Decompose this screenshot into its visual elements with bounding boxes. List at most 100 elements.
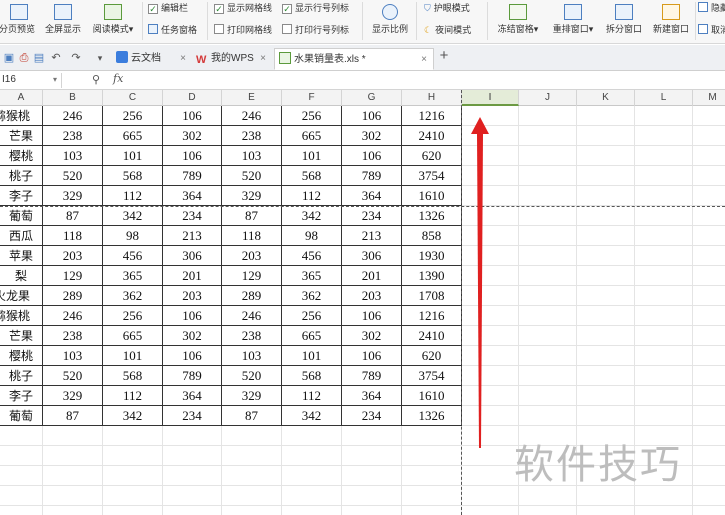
value-cell[interactable]: 364: [342, 386, 402, 406]
value-cell[interactable]: 365: [103, 266, 163, 286]
value-cell[interactable]: 1326: [402, 406, 462, 426]
value-cell[interactable]: 103: [222, 346, 282, 366]
value-cell[interactable]: 256: [282, 106, 342, 126]
value-cell[interactable]: 364: [163, 186, 222, 206]
value-cell[interactable]: 87: [222, 406, 282, 426]
value-cell[interactable]: 256: [103, 106, 163, 126]
value-cell[interactable]: 520: [222, 366, 282, 386]
value-cell[interactable]: 302: [342, 326, 402, 346]
value-cell[interactable]: 112: [282, 386, 342, 406]
value-cell[interactable]: 789: [163, 166, 222, 186]
fruit-name-cell[interactable]: 李子: [0, 386, 43, 406]
new-window-button[interactable]: 新建窗口: [649, 0, 693, 44]
value-cell[interactable]: 112: [103, 386, 163, 406]
column-header-e[interactable]: E: [222, 90, 282, 106]
close-icon[interactable]: ×: [421, 49, 427, 70]
value-cell[interactable]: 106: [163, 306, 222, 326]
value-cell[interactable]: 256: [103, 306, 163, 326]
add-tab-icon[interactable]: +: [438, 48, 450, 63]
night-mode-button[interactable]: ☾ 夜间模式: [424, 24, 471, 38]
value-cell[interactable]: 568: [103, 166, 163, 186]
value-cell[interactable]: 289: [43, 286, 103, 306]
function-fx-icon[interactable]: fx: [113, 72, 123, 85]
value-cell[interactable]: 520: [43, 366, 103, 386]
rearrange-windows-button[interactable]: 重排窗口▾: [547, 0, 599, 44]
value-cell[interactable]: 2410: [402, 326, 462, 346]
value-cell[interactable]: 201: [342, 266, 402, 286]
fruit-name-cell[interactable]: 梨: [0, 266, 43, 286]
undo-icon[interactable]: ↶: [50, 52, 62, 64]
value-cell[interactable]: 238: [222, 126, 282, 146]
tab-fruit-sales-xls[interactable]: 水果销量表.xls * ×: [274, 48, 434, 70]
value-cell[interactable]: 101: [282, 346, 342, 366]
value-cell[interactable]: 203: [342, 286, 402, 306]
tab-my-wps[interactable]: W 我的WPS ×: [192, 48, 272, 70]
value-cell[interactable]: 246: [43, 106, 103, 126]
value-cell[interactable]: 620: [402, 346, 462, 366]
value-cell[interactable]: 568: [103, 366, 163, 386]
show-row-col-labels-checkbox[interactable]: ✓ 显示行号列标: [282, 2, 349, 16]
value-cell[interactable]: 520: [43, 166, 103, 186]
value-cell[interactable]: 256: [282, 306, 342, 326]
fruit-name-cell[interactable]: 李子: [0, 186, 43, 206]
value-cell[interactable]: 342: [103, 206, 163, 226]
value-cell[interactable]: 101: [103, 146, 163, 166]
value-cell[interactable]: 342: [103, 406, 163, 426]
zoom-ratio-button[interactable]: 显示比例: [368, 0, 412, 44]
value-cell[interactable]: 98: [103, 226, 163, 246]
value-cell[interactable]: 87: [43, 206, 103, 226]
print-preview-icon[interactable]: ▤: [33, 52, 45, 64]
value-cell[interactable]: 103: [222, 146, 282, 166]
value-cell[interactable]: 665: [103, 326, 163, 346]
close-icon[interactable]: ×: [180, 48, 186, 69]
value-cell[interactable]: 329: [222, 186, 282, 206]
value-cell[interactable]: 456: [282, 246, 342, 266]
value-cell[interactable]: 789: [342, 366, 402, 386]
column-header-j[interactable]: J: [519, 90, 577, 106]
redo-icon[interactable]: ↷: [70, 52, 82, 64]
value-cell[interactable]: 858: [402, 226, 462, 246]
show-gridlines-checkbox[interactable]: ✓ 显示网格线: [214, 2, 272, 16]
fruit-name-cell[interactable]: 桃子: [0, 166, 43, 186]
edit-bar-checkbox[interactable]: ✓ 编辑栏: [148, 2, 188, 16]
value-cell[interactable]: 1390: [402, 266, 462, 286]
value-cell[interactable]: 106: [163, 346, 222, 366]
fruit-name-cell[interactable]: 樱桃: [0, 346, 43, 366]
value-cell[interactable]: 365: [282, 266, 342, 286]
value-cell[interactable]: 213: [342, 226, 402, 246]
value-cell[interactable]: 87: [43, 406, 103, 426]
value-cell[interactable]: 106: [342, 346, 402, 366]
value-cell[interactable]: 234: [342, 206, 402, 226]
value-cell[interactable]: 106: [163, 146, 222, 166]
value-cell[interactable]: 98: [282, 226, 342, 246]
value-cell[interactable]: 129: [43, 266, 103, 286]
value-cell[interactable]: 1326: [402, 206, 462, 226]
value-cell[interactable]: 342: [282, 406, 342, 426]
value-cell[interactable]: 203: [163, 286, 222, 306]
value-cell[interactable]: 342: [282, 206, 342, 226]
column-header-c[interactable]: C: [103, 90, 163, 106]
value-cell[interactable]: 201: [163, 266, 222, 286]
value-cell[interactable]: 101: [103, 346, 163, 366]
value-cell[interactable]: 238: [43, 326, 103, 346]
tab-cloud-docs[interactable]: 云文档 ×: [112, 48, 192, 70]
value-cell[interactable]: 3754: [402, 366, 462, 386]
column-header-g[interactable]: G: [342, 90, 402, 106]
value-cell[interactable]: 456: [103, 246, 163, 266]
fruit-name-cell[interactable]: 西瓜: [0, 226, 43, 246]
fruit-name-cell[interactable]: 猕猴桃: [0, 106, 43, 126]
search-icon[interactable]: ⚲: [92, 73, 100, 86]
cancel-hide-button[interactable]: 取消: [698, 24, 725, 38]
hide-window-button[interactable]: 隐藏: [698, 2, 725, 16]
value-cell[interactable]: 302: [163, 326, 222, 346]
full-screen-button[interactable]: 全屏显示: [42, 0, 84, 44]
chevron-down-icon[interactable]: ▾: [53, 73, 57, 87]
value-cell[interactable]: 112: [103, 186, 163, 206]
value-cell[interactable]: 112: [282, 186, 342, 206]
save-icon[interactable]: ▣: [3, 52, 15, 64]
value-cell[interactable]: 101: [282, 146, 342, 166]
value-cell[interactable]: 665: [103, 126, 163, 146]
value-cell[interactable]: 1708: [402, 286, 462, 306]
value-cell[interactable]: 246: [222, 306, 282, 326]
value-cell[interactable]: 329: [43, 186, 103, 206]
